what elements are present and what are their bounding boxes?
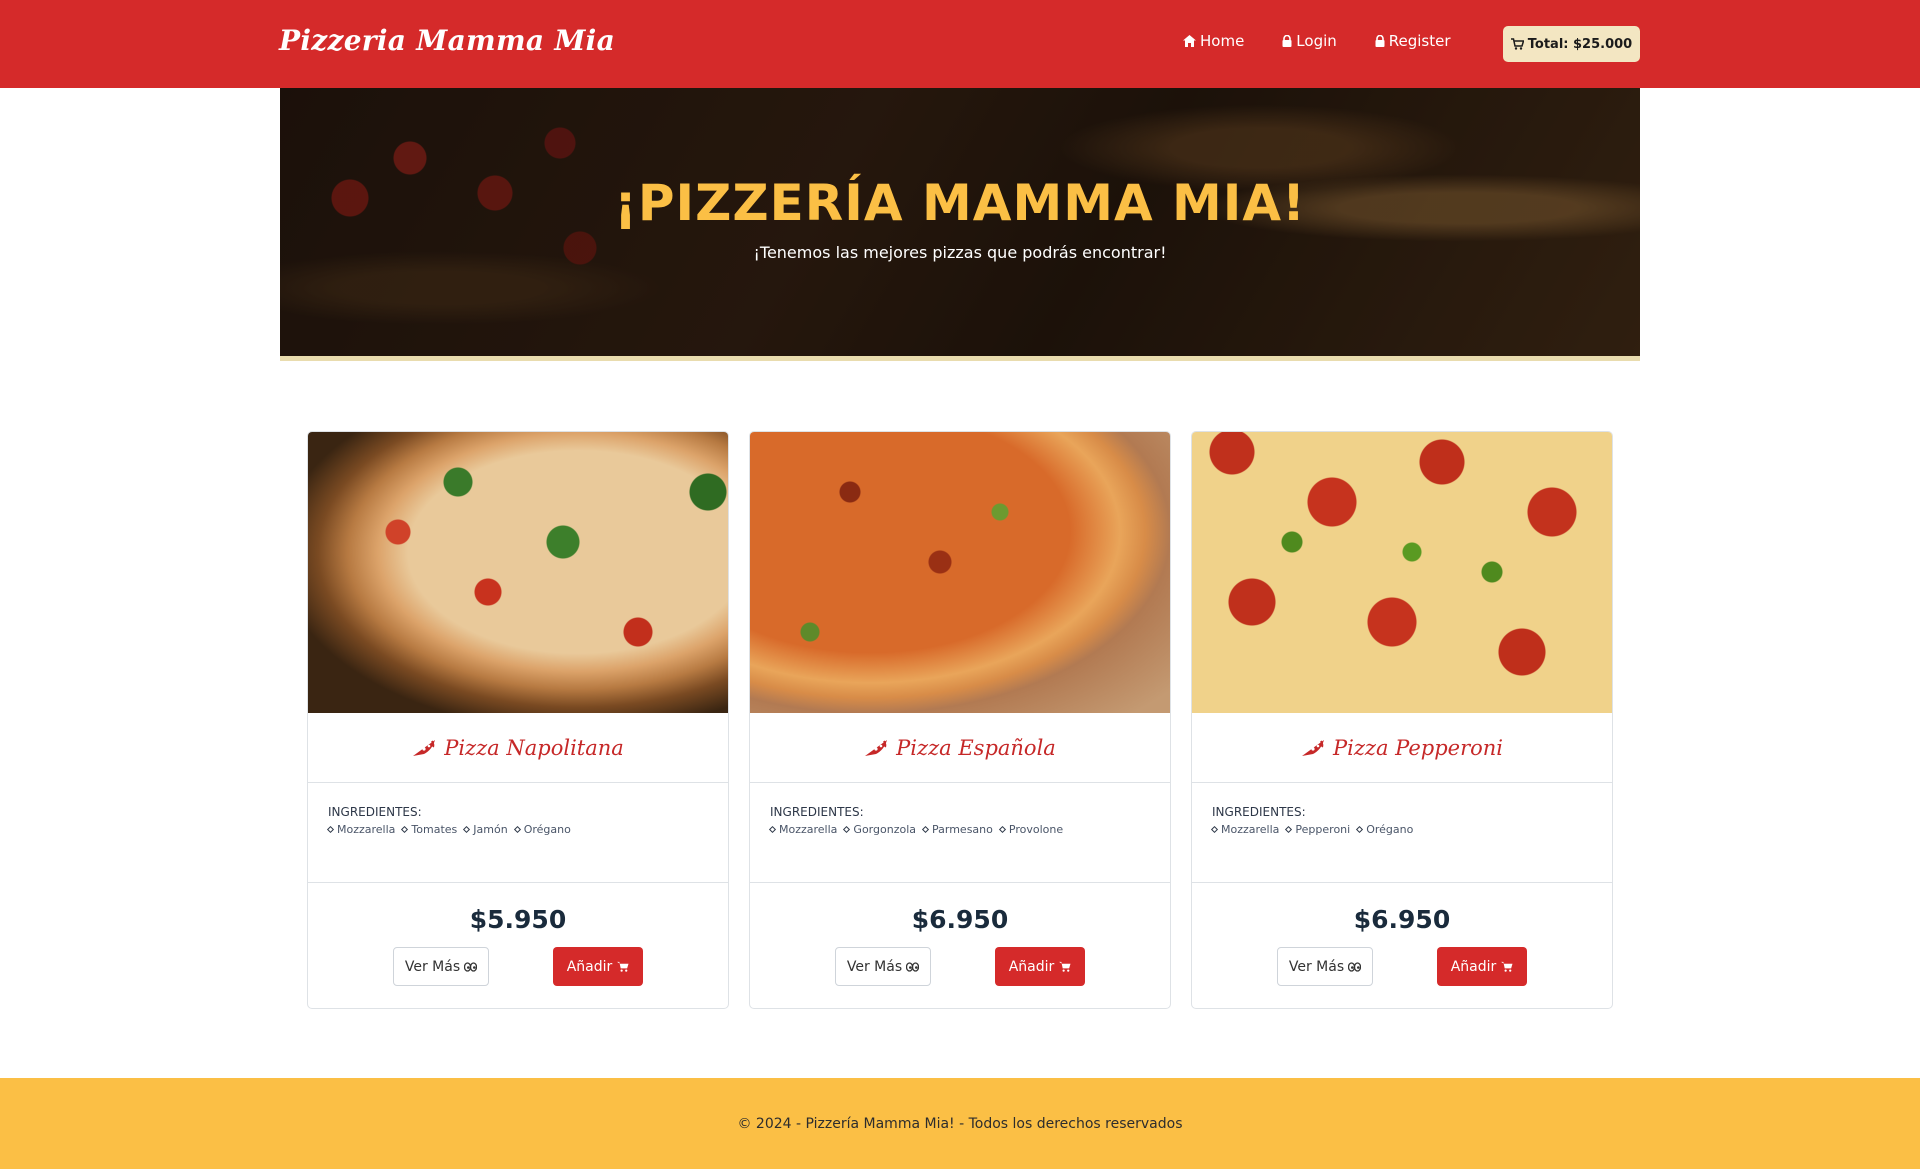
ingredient-item: Orégano — [513, 823, 571, 836]
pizza-slice-icon — [865, 739, 888, 756]
nav-link-register[interactable]: Register — [1375, 32, 1451, 50]
cart-icon — [1059, 961, 1071, 972]
ingredients-section: INGREDIENTES: Mozzarella Gorgonzola Parm… — [750, 783, 1170, 883]
ver-mas-button[interactable]: Ver Más — [835, 947, 931, 986]
pizza-card: Pizza Española INGREDIENTES: Mozzarella … — [749, 431, 1171, 1009]
ingredient-item: Mozzarella — [1210, 823, 1279, 836]
nav-link-login[interactable]: Login — [1282, 32, 1337, 50]
cart-icon — [617, 961, 629, 972]
pizza-price: $5.950 — [469, 905, 567, 934]
eyes-icon — [464, 961, 478, 972]
ingredient-item: Provolone — [998, 823, 1063, 836]
ingredients-section: INGREDIENTES: Mozzarella Tomates Jamón O… — [308, 783, 728, 883]
pizza-name: Pizza Napolitana — [444, 735, 624, 760]
ingredients-label: INGREDIENTES: — [1212, 805, 1306, 819]
price-section: $6.950 Ver Más Añadir — [750, 883, 1170, 1008]
navbar: Pizzeria Mamma Mia Home Login Register T… — [0, 0, 1920, 88]
footer: © 2024 - Pizzería Mamma Mia! - Todos los… — [0, 1078, 1920, 1169]
ingredients-section: INGREDIENTES: Mozzarella Pepperoni Oréga… — [1192, 783, 1612, 883]
pizza-name: Pizza Española — [896, 735, 1056, 760]
pizza-price: $6.950 — [1353, 905, 1451, 934]
pizza-name: Pizza Pepperoni — [1332, 735, 1504, 760]
pizza-card-title: Pizza Española — [750, 713, 1170, 783]
eyes-icon — [906, 961, 920, 972]
ingredient-item: Mozzarella — [326, 823, 395, 836]
pizza-card: Pizza Pepperoni INGREDIENTES: Mozzarella… — [1191, 431, 1613, 1009]
pizza-image — [308, 432, 728, 713]
pizza-slice-icon — [1301, 739, 1324, 756]
hero-divider — [280, 356, 1640, 361]
pizza-price: $6.950 — [911, 905, 1009, 934]
ingredient-item: Tomates — [401, 823, 457, 836]
cart-icon — [1501, 961, 1513, 972]
pizza-slice-icon — [413, 739, 436, 756]
add-to-cart-button[interactable]: Añadir — [1437, 947, 1527, 986]
ingredients-label: INGREDIENTES: — [770, 805, 864, 819]
price-section: $5.950 Ver Más Añadir — [308, 883, 728, 1008]
pizza-card: Pizza Napolitana INGREDIENTES: Mozzarell… — [307, 431, 729, 1009]
pizza-image — [750, 432, 1170, 713]
ingredients-list: Mozzarella Tomates Jamón Orégano — [326, 823, 708, 836]
nav-link-label: Register — [1388, 32, 1451, 50]
brand-logo[interactable]: Pizzeria Mamma Mia — [279, 24, 615, 57]
cart-icon — [1510, 38, 1524, 50]
nav-link-label: Login — [1296, 32, 1337, 50]
nav-links: Home Login Register — [1183, 32, 1489, 50]
ver-mas-button[interactable]: Ver Más — [393, 947, 489, 986]
hero-banner: ¡PIZZERÍA MAMMA MIA! ¡Tenemos las mejore… — [280, 88, 1640, 360]
add-to-cart-button[interactable]: Añadir — [995, 947, 1085, 986]
ingredient-item: Gorgonzola — [843, 823, 916, 836]
pizza-card-title: Pizza Pepperoni — [1192, 713, 1612, 783]
lock-icon — [1375, 35, 1385, 47]
pizza-card-title: Pizza Napolitana — [308, 713, 728, 783]
ingredient-item: Parmesano — [921, 823, 993, 836]
ingredients-list: Mozzarella Pepperoni Orégano — [1210, 823, 1592, 836]
price-section: $6.950 Ver Más Añadir — [1192, 883, 1612, 1008]
ingredients-list: Mozzarella Gorgonzola Parmesano Provolon… — [768, 823, 1150, 836]
hero-subtitle: ¡Tenemos las mejores pizzas que podrás e… — [753, 243, 1167, 262]
ingredient-item: Pepperoni — [1285, 823, 1350, 836]
add-to-cart-button[interactable]: Añadir — [553, 947, 643, 986]
cart-total-button[interactable]: Total: $25.000 — [1503, 26, 1640, 62]
ver-mas-button[interactable]: Ver Más — [1277, 947, 1373, 986]
ingredients-label: INGREDIENTES: — [328, 805, 422, 819]
lock-icon — [1282, 35, 1292, 47]
pizza-image — [1192, 432, 1612, 713]
footer-copyright: © 2024 - Pizzería Mamma Mia! - Todos los… — [737, 1115, 1183, 1132]
nav-link-home[interactable]: Home — [1183, 32, 1244, 50]
cart-total-label: Total: $25.000 — [1527, 36, 1633, 52]
nav-link-label: Home — [1200, 32, 1245, 50]
ingredient-item: Jamón — [463, 823, 508, 836]
eyes-icon — [1348, 961, 1362, 972]
ingredient-item: Orégano — [1356, 823, 1413, 836]
home-icon — [1183, 35, 1196, 47]
ingredient-item: Mozzarella — [768, 823, 837, 836]
hero-title: ¡PIZZERÍA MAMMA MIA! — [614, 174, 1306, 232]
